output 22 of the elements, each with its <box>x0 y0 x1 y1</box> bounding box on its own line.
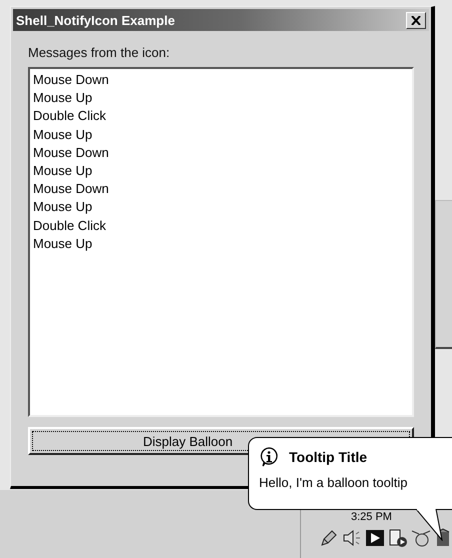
message-item[interactable]: Double Click <box>33 107 409 126</box>
list-label: Messages from the icon: <box>28 45 171 62</box>
close-icon <box>411 16 421 24</box>
play-icon[interactable] <box>365 528 385 548</box>
message-item[interactable]: Mouse Up <box>33 89 409 108</box>
close-button[interactable] <box>406 12 426 28</box>
message-item[interactable]: Mouse Up <box>33 126 409 144</box>
info-icon <box>259 447 279 467</box>
window-title: Shell_NotifyIcon Example <box>16 12 175 28</box>
document-play-icon[interactable] <box>388 528 408 548</box>
message-item[interactable]: Mouse Up <box>33 234 409 254</box>
message-item[interactable]: Double Click <box>33 216 409 235</box>
message-item[interactable]: Mouse Down <box>33 180 409 198</box>
clock: 3:25 PM <box>351 510 392 524</box>
speaker-icon[interactable] <box>342 528 362 548</box>
message-list[interactable]: Mouse Down Mouse Up Double Click Mouse Up Mouse Down Mouse Up Mouse Down Mouse Up Double Click Mouse Up <box>28 67 414 417</box>
message-item[interactable]: Mouse Up <box>33 162 409 180</box>
pencil-icon[interactable] <box>319 528 339 548</box>
tooltip-text: Hello, I'm a balloon tooltip <box>259 475 408 490</box>
message-item[interactable]: Mouse Down <box>33 144 409 162</box>
message-item[interactable]: Mouse Up <box>33 198 409 217</box>
message-item[interactable]: Mouse Down <box>33 71 409 90</box>
